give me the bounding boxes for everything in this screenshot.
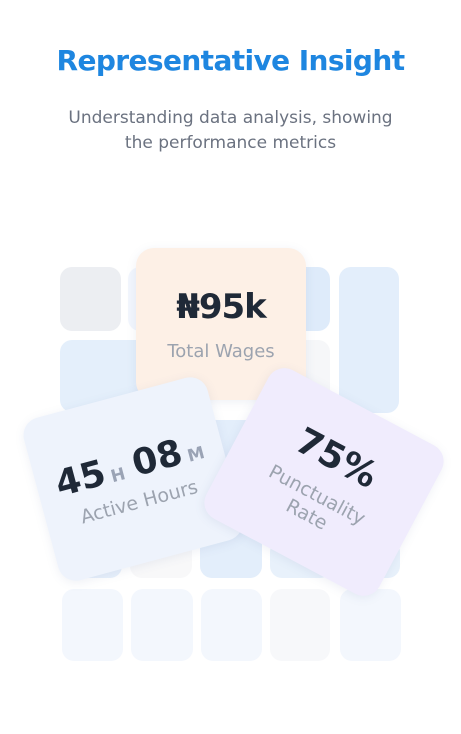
- grid-tile: [340, 589, 401, 661]
- minutes-value: 08: [127, 431, 187, 485]
- minutes-unit: M: [185, 442, 207, 467]
- page-subtitle: Understanding data analysis, showing the…: [0, 106, 461, 156]
- grid-tile: [339, 267, 399, 413]
- grid-tile: [62, 589, 123, 661]
- grid-tile: [131, 589, 193, 661]
- grid-tile: [270, 589, 330, 661]
- grid-tile: [60, 267, 121, 331]
- hours-unit: H: [108, 463, 128, 487]
- page-title: Representative Insight: [56, 44, 405, 77]
- grid-tile: [201, 589, 262, 661]
- subtitle-line-1: Understanding data analysis, showing: [68, 108, 393, 128]
- subtitle-line-2: the performance metrics: [124, 133, 337, 153]
- hours-value: 45: [50, 452, 110, 505]
- total-wages-label: Total Wages: [167, 340, 275, 362]
- total-wages-value: ₦95k: [176, 286, 267, 327]
